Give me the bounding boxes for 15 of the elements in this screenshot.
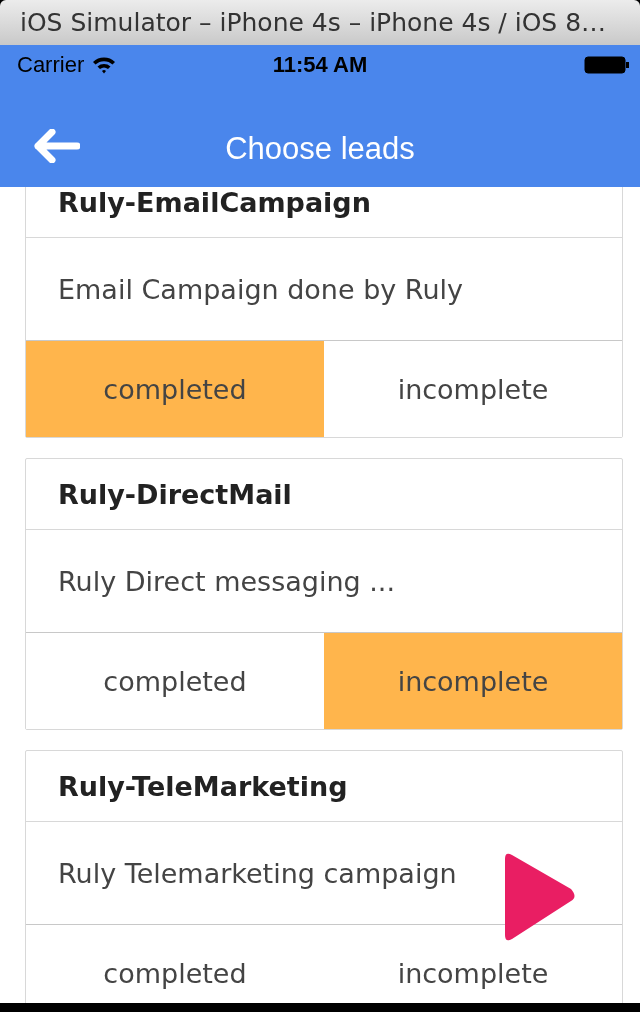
lead-name: Ruly-TeleMarketing [58,770,348,802]
lead-description: Ruly Direct messaging ... [58,565,395,597]
status-option[interactable]: incomplete [324,633,622,729]
lead-name: Ruly-EmailCampaign [58,187,371,218]
lead-name: Ruly-DirectMail [58,478,292,510]
lead-description: Email Campaign done by Ruly [58,273,463,305]
window-title: iOS Simulator – iPhone 4s – iPhone 4s / iOS 8… [20,8,607,37]
status-option[interactable]: completed [26,341,324,437]
back-arrow-icon[interactable] [34,129,80,163]
lead-description: Ruly Telemarketing campaign [58,857,457,889]
battery-icon [584,55,630,75]
wifi-icon [92,56,117,74]
screen-title: Choose leads [225,131,415,167]
carrier-label: Carrier [17,52,85,78]
status-time: 11:54 AM [272,52,368,78]
